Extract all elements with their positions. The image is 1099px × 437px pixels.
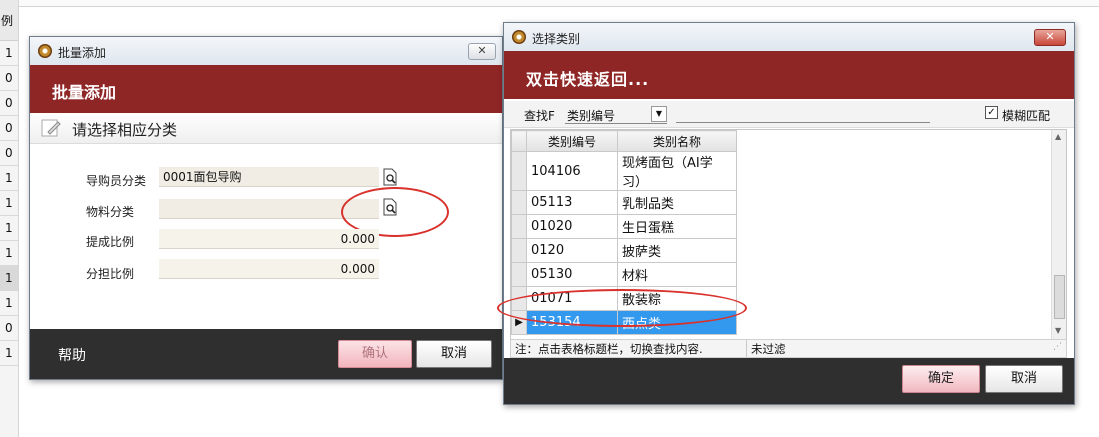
- category-name[interactable]: 现烤面包（AI学习）: [617, 151, 737, 191]
- section-title: 请选择相应分类: [72, 121, 178, 139]
- row-indicator[interactable]: [511, 190, 527, 215]
- background-cell[interactable]: 0: [0, 316, 18, 341]
- select-category-banner: 双击快速返回...: [504, 51, 1074, 99]
- background-cell[interactable]: 1: [0, 166, 18, 191]
- table-row[interactable]: 01020 生日蛋糕: [511, 214, 737, 239]
- background-cell-selected[interactable]: 1: [0, 266, 18, 291]
- background-cell[interactable]: 1: [0, 41, 18, 66]
- background-cell[interactable]: 1: [0, 341, 18, 366]
- background-cell[interactable]: 1: [0, 291, 18, 316]
- background-cell[interactable]: 0: [0, 141, 18, 166]
- batch-add-banner-title: 批量添加: [52, 83, 117, 102]
- cancel-button[interactable]: 取消: [985, 365, 1063, 393]
- fuzzy-match-checkbox[interactable]: ✓: [985, 106, 998, 119]
- help-link[interactable]: 帮助: [58, 345, 86, 365]
- confirm-button[interactable]: 确定: [902, 365, 980, 393]
- row-indicator[interactable]: [511, 151, 527, 191]
- category-code[interactable]: 0120: [526, 238, 618, 263]
- table-row[interactable]: 104106 现烤面包（AI学习）: [511, 151, 737, 191]
- category-code[interactable]: 05113: [526, 190, 618, 215]
- filter-status: 未过滤: [751, 342, 786, 356]
- share-rate-field[interactable]: 0.000: [159, 259, 379, 279]
- row-indicator[interactable]: [511, 238, 527, 263]
- background-cell[interactable]: 1: [0, 241, 18, 266]
- vertical-scrollbar[interactable]: ▲ ▼: [1051, 130, 1066, 340]
- cancel-button[interactable]: 取消: [416, 340, 492, 368]
- chevron-down-icon[interactable]: ▼: [651, 106, 667, 122]
- batch-add-banner: 批量添加: [30, 65, 502, 113]
- background-cell[interactable]: 1: [0, 191, 18, 216]
- background-cell[interactable]: 0: [0, 66, 18, 91]
- category-name[interactable]: 乳制品类: [617, 190, 737, 215]
- background-cell[interactable]: 0: [0, 116, 18, 141]
- hint-text: 注：点击表格标题栏，切换查找内容.: [515, 342, 703, 356]
- close-icon[interactable]: ✕: [468, 43, 496, 60]
- row-indicator[interactable]: [511, 262, 527, 287]
- status-divider: [746, 340, 747, 357]
- category-name[interactable]: 材料: [617, 262, 737, 287]
- app-logo-icon: [38, 44, 52, 58]
- search-field-value: 类别编号: [567, 109, 616, 123]
- section-header: 请选择相应分类: [30, 113, 502, 144]
- column-header-name[interactable]: 类别名称: [617, 130, 737, 152]
- search-bar: 查找F 类别编号 ▼ ✓ 模糊匹配: [504, 101, 1074, 128]
- search-field-select[interactable]: 类别编号 ▼: [565, 104, 667, 124]
- select-category-banner-title: 双击快速返回...: [526, 70, 650, 89]
- annotation-red-circle: [497, 289, 747, 327]
- scrollbar-thumb[interactable]: [1054, 275, 1065, 319]
- select-category-title: 选择类别: [532, 32, 581, 46]
- category-code[interactable]: 05130: [526, 262, 618, 287]
- table-row[interactable]: 0120 披萨类: [511, 238, 737, 263]
- lookup-search-icon[interactable]: [382, 168, 398, 186]
- sales-guide-category-label: 导购员分类: [86, 174, 147, 188]
- resize-grip-icon[interactable]: ⋰: [1053, 342, 1062, 352]
- background-top-border: [18, 0, 1099, 7]
- search-label: 查找F: [524, 109, 555, 123]
- category-code[interactable]: 01020: [526, 214, 618, 239]
- background-cell[interactable]: 1: [0, 216, 18, 241]
- app-logo-icon: [512, 30, 526, 44]
- fuzzy-match-label: 模糊匹配: [1002, 109, 1051, 123]
- material-category-label: 物料分类: [86, 205, 135, 219]
- table-row[interactable]: 05130 材料: [511, 262, 737, 287]
- batch-add-dialog: 批量添加 ✕ 批量添加 请选择相应分类 导购员分类 0001面包导购 物料分类 …: [29, 36, 503, 380]
- close-icon[interactable]: ✕: [1034, 29, 1066, 46]
- category-name[interactable]: 生日蛋糕: [617, 214, 737, 239]
- table-row[interactable]: 05113 乳制品类: [511, 190, 737, 215]
- grid-corner: [511, 130, 527, 152]
- batch-add-titlebar[interactable]: 批量添加 ✕: [30, 37, 502, 66]
- edit-note-icon: [41, 119, 61, 137]
- row-indicator[interactable]: [511, 214, 527, 239]
- column-header-code[interactable]: 类别编号: [526, 130, 618, 152]
- background-grid-column: 例 1 0 0 0 0 1 1 1 1 1 1 0 1: [0, 0, 19, 437]
- scroll-down-icon[interactable]: ▼: [1055, 326, 1061, 335]
- category-name[interactable]: 披萨类: [617, 238, 737, 263]
- commission-rate-field[interactable]: 0.000: [159, 229, 379, 249]
- background-cell[interactable]: 0: [0, 91, 18, 116]
- search-input[interactable]: [676, 104, 930, 123]
- scroll-up-icon[interactable]: ▲: [1055, 132, 1061, 141]
- confirm-button-disabled[interactable]: 确认: [338, 340, 412, 368]
- share-rate-label: 分担比例: [86, 267, 135, 281]
- background-column-header[interactable]: 例: [0, 0, 18, 41]
- select-category-titlebar[interactable]: 选择类别 ✕: [504, 23, 1074, 52]
- status-bar: 注：点击表格标题栏，切换查找内容. 未过滤 ⋰: [510, 339, 1067, 358]
- sales-guide-category-field[interactable]: 0001面包导购: [159, 167, 379, 187]
- select-category-dialog: 选择类别 ✕ 双击快速返回... 查找F 类别编号 ▼ ✓ 模糊匹配 类别编号 …: [497, 22, 1075, 405]
- batch-add-footer: 帮助 确认 取消: [30, 329, 502, 379]
- commission-rate-label: 提成比例: [86, 235, 135, 249]
- select-category-footer: 确定 取消: [504, 358, 1074, 404]
- category-code[interactable]: 104106: [526, 151, 618, 191]
- batch-add-title: 批量添加: [58, 46, 107, 60]
